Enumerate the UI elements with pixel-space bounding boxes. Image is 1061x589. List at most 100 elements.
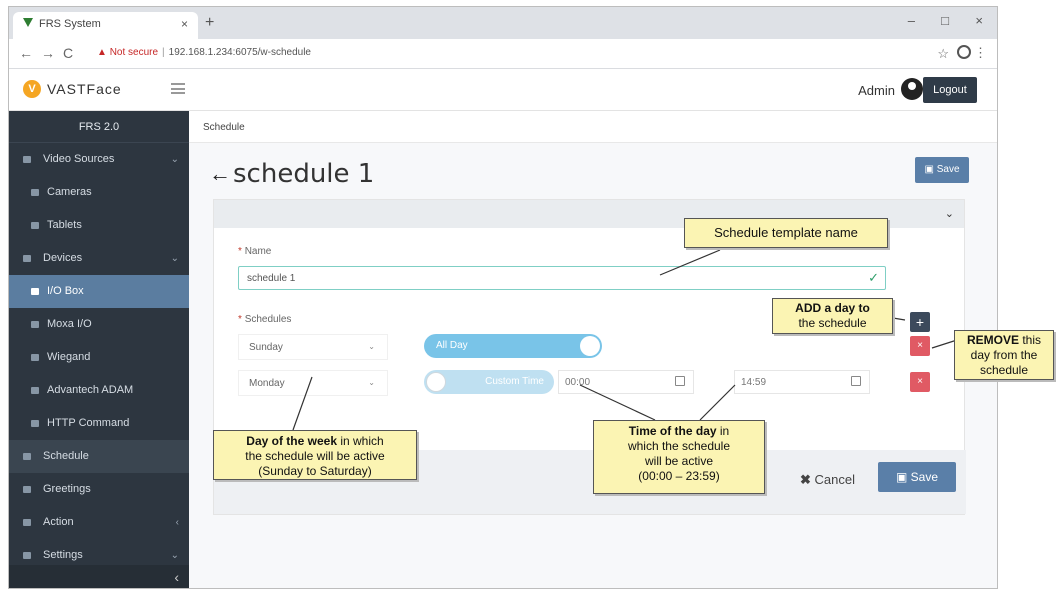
sidebar-item-label: Cameras (47, 186, 92, 198)
callout-time-of-day: Time of the day in which the schedule wi… (593, 420, 765, 494)
add-day-button[interactable]: + (910, 312, 930, 332)
reload-button[interactable]: C (63, 45, 73, 61)
back-button[interactable]: ← (19, 45, 33, 61)
remove-day-button-sunday[interactable]: × (910, 336, 930, 356)
sidebar-item-http-command[interactable]: HTTP Command (9, 407, 189, 440)
sidebar-item-label: Tablets (47, 219, 82, 231)
sidebar-item-label: Advantech ADAM (47, 384, 134, 396)
sidebar-item-label: Greetings (43, 483, 91, 495)
browser-menu-icon[interactable]: ⋮ (974, 45, 987, 61)
sidebar-item-label: I/O Box (47, 285, 84, 297)
chevron-icon: ⌄ (170, 253, 179, 264)
app-header: V VASTFace Admin Logout (9, 69, 997, 111)
maximize-button[interactable]: □ (941, 13, 949, 28)
action-icon (23, 519, 31, 526)
favicon-icon (23, 18, 33, 27)
sidebar-item-label: Settings (43, 549, 83, 561)
all-day-toggle[interactable]: All Day (424, 334, 602, 358)
browser-tab[interactable]: FRS System × (13, 12, 198, 39)
sidebar-title: FRS 2.0 (9, 111, 189, 143)
sidebar-item-video-sources[interactable]: Video Sources ⌄ (9, 143, 189, 176)
sidebar-item-label: Wiegand (47, 351, 91, 363)
wiegand-icon (31, 354, 39, 361)
sidebar-item-devices[interactable]: Devices ⌄ (9, 242, 189, 275)
video-icon (23, 156, 31, 163)
url-text: 192.168.1.234:6075/w-schedule (168, 47, 311, 58)
sidebar-item-label: Schedule (43, 450, 89, 462)
day-select-sunday[interactable]: Sunday ⌄ (238, 334, 388, 360)
settings-icon (23, 552, 31, 559)
sidebar-item-wiegand[interactable]: Wiegand (9, 341, 189, 374)
sidebar-item-i-o-box[interactable]: I/O Box (9, 275, 189, 308)
not-secure-label: Not secure (109, 47, 159, 58)
schedule-name-input[interactable]: schedule 1 ✓ (238, 266, 886, 290)
http-icon (31, 420, 39, 427)
user-avatar-icon[interactable] (901, 78, 923, 100)
logo-icon: V (23, 80, 41, 98)
bookmark-star-icon[interactable]: ☆ (937, 46, 949, 62)
tab-strip: FRS System × + – □ × (9, 7, 997, 39)
chevron-icon: ‹ (175, 517, 179, 528)
toggle-knob (580, 336, 600, 356)
sidebar: FRS 2.0 Video Sources ⌄ Cameras Tablets Devi… (9, 111, 189, 588)
admin-label: Admin (858, 83, 895, 98)
calendar-icon[interactable] (675, 376, 685, 386)
chevron-down-icon: ⌄ (368, 378, 375, 387)
back-arrow-icon[interactable]: ← (209, 161, 231, 187)
address-bar: ← → C ▲ Not secure | 192.168.1.234:6075/w-… (9, 39, 997, 69)
start-time-input[interactable]: 00:00 (558, 370, 694, 394)
logout-button[interactable]: Logout (923, 77, 977, 103)
main-content: ← schedule 1 ▣ Save ⌄ * Name schedule 1 … (189, 143, 997, 588)
warning-icon: ▲ (97, 47, 107, 58)
close-window-button[interactable]: × (975, 13, 983, 28)
new-tab-button[interactable]: + (205, 14, 214, 32)
calendar-icon[interactable] (851, 376, 861, 386)
moxa-icon (31, 321, 39, 328)
toggle-knob (426, 372, 446, 392)
schedules-label: * Schedules (238, 314, 292, 325)
callout-remove-day: REMOVE this day from the schedule (954, 330, 1054, 380)
save-button[interactable]: ▣ Save (878, 462, 956, 492)
breadcrumb: Schedule (189, 111, 997, 143)
sidebar-menu: Video Sources ⌄ Cameras Tablets Devices ⌄ I/O … (9, 143, 189, 572)
check-icon: ✓ (868, 270, 879, 285)
hamburger-menu-icon[interactable] (171, 83, 185, 94)
name-label: * Name (238, 246, 272, 257)
sidebar-collapse[interactable]: ‹ (9, 565, 189, 588)
adam-icon (31, 387, 39, 394)
forward-button[interactable]: → (41, 45, 55, 61)
collapse-chevron-icon[interactable]: ‹ (174, 569, 179, 585)
camera-icon (31, 189, 39, 196)
sidebar-item-moxa-i-o[interactable]: Moxa I/O (9, 308, 189, 341)
chevron-down-icon[interactable]: ⌄ (945, 207, 954, 220)
callout-template-name: Schedule template name (684, 218, 888, 248)
io-box-icon (31, 288, 39, 295)
sidebar-item-advantech-adam[interactable]: Advantech ADAM (9, 374, 189, 407)
remove-day-button-monday[interactable]: × (910, 372, 930, 392)
sidebar-item-cameras[interactable]: Cameras (9, 176, 189, 209)
day-select-monday[interactable]: Monday ⌄ (238, 370, 388, 396)
chevron-down-icon: ⌄ (368, 342, 375, 351)
sidebar-item-label: Devices (43, 252, 83, 264)
logo-text: VASTFace (47, 81, 122, 97)
sidebar-item-schedule[interactable]: Schedule (9, 440, 189, 473)
close-icon: ✖ (800, 472, 811, 487)
chevron-icon: ⌄ (170, 154, 179, 165)
schedule-icon (23, 453, 31, 460)
custom-time-toggle[interactable]: Custom Time (424, 370, 554, 394)
url-field[interactable]: ▲ Not secure | 192.168.1.234:6075/w-schedu… (97, 47, 311, 58)
tab-close-icon[interactable]: × (181, 17, 188, 31)
sidebar-item-greetings[interactable]: Greetings (9, 473, 189, 506)
page-title: schedule 1 (233, 159, 375, 189)
minimize-button[interactable]: – (908, 13, 915, 28)
sidebar-item-label: Action (43, 516, 74, 528)
profile-icon[interactable] (957, 45, 971, 59)
sidebar-item-action[interactable]: Action ‹ (9, 506, 189, 539)
save-button-top[interactable]: ▣ Save (915, 157, 969, 183)
sidebar-item-tablets[interactable]: Tablets (9, 209, 189, 242)
end-time-input[interactable]: 14:59 (734, 370, 870, 394)
sidebar-item-label: HTTP Command (47, 417, 130, 429)
greetings-icon (23, 486, 31, 493)
tablet-icon (31, 222, 39, 229)
cancel-button[interactable]: ✖ Cancel (800, 472, 855, 488)
